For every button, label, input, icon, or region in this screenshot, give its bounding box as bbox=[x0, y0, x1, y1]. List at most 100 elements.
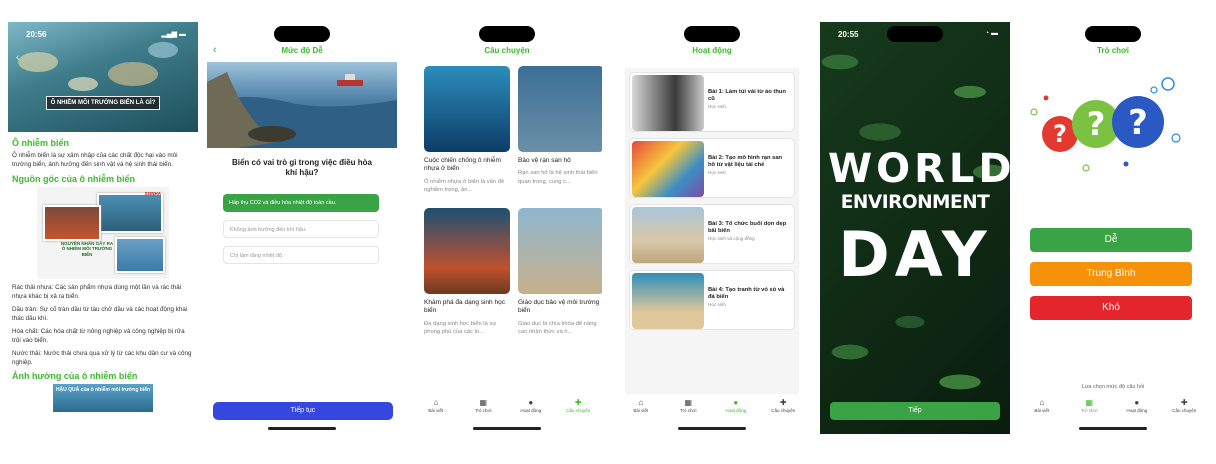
tab-activities[interactable]: ● Hoạt động bbox=[511, 398, 551, 420]
grid-icon: ▦ bbox=[479, 398, 488, 407]
story-card[interactable]: Khám phá đa dạng sinh học biển Đa dạng s… bbox=[424, 208, 510, 336]
section-heading: Nguồn gốc của ô nhiễm biển bbox=[12, 173, 136, 184]
page-title: Trò chơi bbox=[1097, 46, 1129, 55]
section-heading: Ô nhiễm biển bbox=[12, 138, 70, 148]
svg-text:?: ? bbox=[1087, 105, 1106, 143]
next-button[interactable]: Tiếp bbox=[830, 402, 1000, 420]
answer-option[interactable]: Không ảnh hưởng đến khí hậu. bbox=[223, 220, 379, 238]
activities-screen: Hoạt động Bài 1: Làm túi vải từ áo thun … bbox=[617, 22, 807, 434]
page-title: Mức độ Dễ bbox=[281, 46, 323, 55]
tab-label: Hoạt động bbox=[520, 408, 542, 413]
answer-option[interactable]: Hấp thụ CO2 và điều hòa nhiệt độ toàn cầ… bbox=[223, 194, 379, 212]
story-title: Cuộc chiến chống ô nhiễm nhựa ở biển bbox=[424, 157, 501, 173]
story-thumbnail bbox=[518, 66, 602, 152]
ocean-climate-image bbox=[207, 62, 397, 148]
tab-games[interactable]: ▦ Trò chơi bbox=[463, 398, 503, 420]
story-title: Khám phá đa dạng sinh học biển bbox=[424, 299, 505, 315]
activity-thumbnail bbox=[632, 75, 704, 131]
stories-screen: Câu chuyện Cuộc chiến chống ô nhiễm nhựa… bbox=[412, 22, 602, 434]
tab-label: Trò chơi bbox=[474, 408, 492, 413]
info-icon: ● bbox=[733, 398, 739, 407]
tab-games[interactable]: ▦ Trò chơi bbox=[1069, 398, 1109, 420]
tab-label: Hoạt động bbox=[725, 408, 747, 413]
activity-list: Bài 1: Làm túi vải từ áo thun cũ Học sinh… bbox=[625, 68, 799, 394]
tab-articles[interactable]: ⌂ Bài viết bbox=[1022, 398, 1062, 420]
back-arrow-icon[interactable]: ‹ bbox=[16, 52, 19, 63]
paragraph: Hóa chất: Các hóa chất từ nông nghiệp và… bbox=[12, 327, 185, 345]
tab-stories[interactable]: ✚ Câu chuyện bbox=[1164, 398, 1204, 420]
question-text: Biển có vai trò gì trong việc điều hòa k… bbox=[231, 158, 373, 178]
status-time: 20:56 bbox=[26, 30, 47, 39]
info-icon: ● bbox=[528, 398, 534, 407]
article-screen: Ô NHIỄM MÔI TRƯỜNG BIỂN LÀ GÌ? 20:56 ▂▄▆… bbox=[8, 22, 198, 434]
puzzle-icon: ✚ bbox=[574, 398, 582, 407]
home-icon: ⌂ bbox=[638, 398, 644, 407]
level-hard-button[interactable]: Khó bbox=[1030, 296, 1192, 320]
activity-audience: Học sinh bbox=[708, 170, 726, 176]
tab-label: Trò chơi bbox=[1080, 408, 1098, 413]
paragraph: Nước thải: Nước thải chưa qua xử lý từ c… bbox=[12, 349, 192, 366]
paragraph: Rác thải nhựa: Các sản phẩm nhựa dùng mộ… bbox=[12, 283, 182, 301]
activity-title: Bài 1: Làm túi vải từ áo thun cũ bbox=[708, 89, 786, 103]
story-thumbnail bbox=[518, 208, 602, 294]
activity-item[interactable]: Bài 2: Tạo mô hình rạn san hô từ vật liệ… bbox=[629, 138, 795, 198]
tab-stories[interactable]: ✚ Câu chuyện bbox=[558, 398, 598, 420]
answer-option[interactable]: Chỉ làm tăng nhiệt độ. bbox=[223, 246, 379, 264]
status-time: 20:55 bbox=[838, 30, 859, 39]
tab-label: Bài viết bbox=[428, 408, 444, 413]
grid-icon: ▦ bbox=[684, 398, 693, 407]
notch bbox=[274, 26, 330, 42]
story-card[interactable]: Giáo dục bảo vệ môi trường biển Giáo dục… bbox=[518, 208, 602, 336]
notch bbox=[1085, 26, 1141, 42]
activity-audience: Học sinh bbox=[708, 104, 726, 110]
home-icon: ⌂ bbox=[1039, 398, 1045, 407]
level-easy-button[interactable]: Dễ bbox=[1030, 228, 1192, 252]
ocean-illustration bbox=[207, 72, 397, 148]
activity-title: Bài 2: Tạo mô hình rạn san hô từ vật liệ… bbox=[708, 155, 783, 169]
notch bbox=[887, 26, 943, 42]
level-medium-button[interactable]: Trung Bình bbox=[1030, 262, 1192, 286]
home-indicator bbox=[678, 427, 746, 430]
quiz-screen: ‹ Mức độ Dễ Biển có vai trò gì trong việ… bbox=[207, 22, 397, 434]
story-card[interactable]: Bảo vệ rạn san hô Rạn san hô là hệ sinh … bbox=[518, 66, 602, 186]
story-description: Ô nhiễm nhựa ở biển là vấn đề nghiêm trọ… bbox=[424, 178, 505, 193]
wifi-icon: ◔ ▬ bbox=[984, 30, 998, 37]
infographic-caption: NGUYÊN NHÂN GÂY RA Ô NHIỄM MÔI TRƯỜNG BI… bbox=[60, 240, 114, 257]
story-card[interactable]: Cuộc chiến chống ô nhiễm nhựa ở biển Ô n… bbox=[424, 66, 510, 194]
continue-button[interactable]: Tiếp tục bbox=[213, 402, 393, 420]
tab-articles[interactable]: ⌂ Bài viết bbox=[621, 398, 661, 420]
pollution-causes-infographic: SONHA NGUYÊN NHÂN GÂY RA Ô NHIỄM MÔI TRƯ… bbox=[37, 186, 169, 279]
tab-label: Câu chuyện bbox=[1172, 408, 1197, 413]
tab-activities[interactable]: ● Hoạt động bbox=[1117, 398, 1157, 420]
paragraph: Ô nhiễm biển là sự xâm nhập của các chất… bbox=[12, 152, 178, 169]
consequences-image: HẬU QUẢ của ô nhiễm môi trường biển bbox=[53, 384, 153, 413]
activity-thumbnail bbox=[632, 273, 704, 329]
activity-audience: Học sinh bbox=[708, 302, 726, 308]
tab-stories[interactable]: ✚ Câu chuyện bbox=[763, 398, 803, 420]
brand-logo: SONHA bbox=[144, 190, 161, 196]
home-icon: ⌂ bbox=[433, 398, 439, 407]
wed-line-world: WORLD bbox=[828, 146, 1010, 192]
activity-title: Bài 3: Tổ chức buổi dọn dẹp bãi biển bbox=[708, 221, 787, 235]
tab-activities[interactable]: ● Hoạt động bbox=[716, 398, 756, 420]
activity-thumbnail bbox=[632, 141, 704, 197]
page-title: Hoạt động bbox=[692, 46, 732, 55]
svg-text:?: ? bbox=[1053, 120, 1067, 148]
activity-item[interactable]: Bài 1: Làm túi vải từ áo thun cũ Học sinh bbox=[629, 72, 795, 132]
info-icon: ● bbox=[1134, 398, 1140, 407]
question-bubbles-icon: ? ? ? bbox=[1030, 77, 1181, 172]
activity-item[interactable]: Bài 4: Tạo tranh từ vỏ sò và đá biển Học … bbox=[629, 270, 795, 330]
tab-articles[interactable]: ⌂ Bài viết bbox=[416, 398, 456, 420]
story-title: Giáo dục bảo vệ môi trường biển bbox=[518, 299, 600, 315]
tab-bar: ⌂ Bài viết ▦ Trò chơi ● Hoạt động ✚ Câu chuy… bbox=[412, 398, 602, 420]
activity-audience: Học sinh và cộng đồng bbox=[708, 236, 755, 242]
wed-line-environment: ENVIRONMENT bbox=[840, 192, 990, 213]
story-title: Bảo vệ rạn san hô bbox=[518, 157, 571, 164]
grid-icon: ▦ bbox=[1085, 398, 1094, 407]
tab-label: Hoạt động bbox=[1126, 408, 1148, 413]
activity-item[interactable]: Bài 3: Tổ chức buổi dọn dẹp bãi biển Học … bbox=[629, 204, 795, 264]
tab-label: Bài viết bbox=[633, 408, 649, 413]
story-description: Giáo dục là chìa khóa để nâng cao nhận t… bbox=[518, 320, 597, 335]
hero-banner: Ô NHIỄM MÔI TRƯỜNG BIỂN LÀ GÌ? bbox=[46, 96, 160, 110]
tab-games[interactable]: ▦ Trò chơi bbox=[668, 398, 708, 420]
